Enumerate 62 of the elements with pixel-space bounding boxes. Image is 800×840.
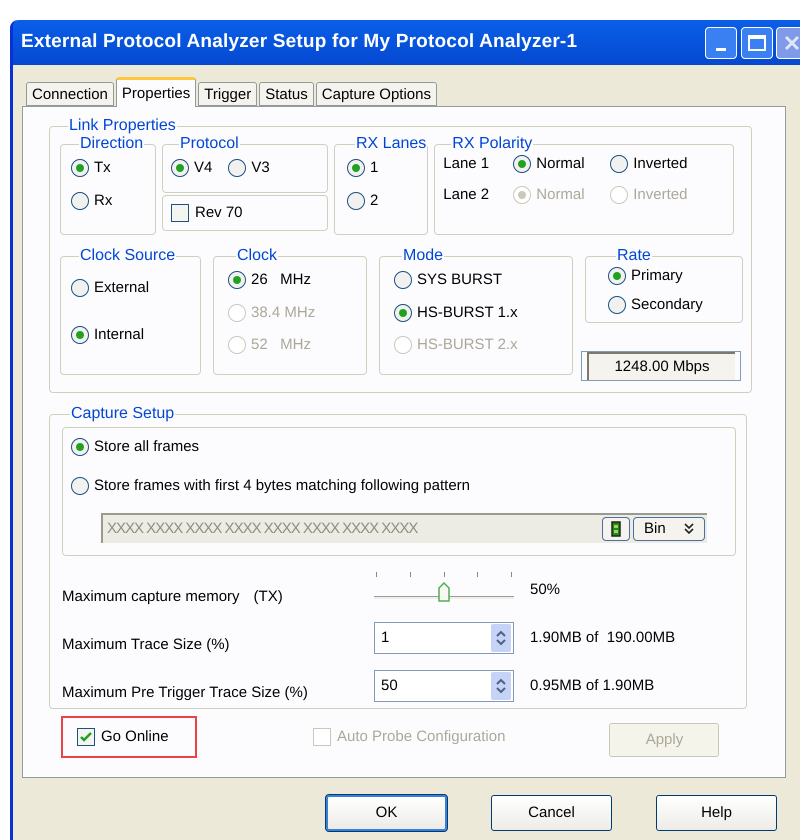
tab[interactable]: Properties [116, 77, 196, 107]
slider-thumb[interactable] [438, 582, 450, 602]
spin-arrows-icon [491, 672, 511, 700]
radio-button[interactable]: Store frames with first 4 bytes matching following pattern [71, 474, 735, 497]
lane-label: Lane 1 [443, 154, 490, 174]
window-title: External Protocol Analyzer Setup for My Protocol Analyzer-1 [21, 30, 578, 54]
setting-reading: 0.95MB of 1.90MB [530, 676, 654, 696]
radio-button[interactable]: SYS BURST [394, 269, 572, 292]
close-button[interactable] [776, 26, 800, 58]
radio-button[interactable]: Inverted [610, 153, 708, 176]
setting-label: (TX) [254, 586, 283, 606]
spin-field[interactable]: 1 [374, 622, 514, 654]
radio-button[interactable]: 2 [347, 190, 428, 212]
setting-reading: 1.90MB of 190.00MB [530, 628, 676, 648]
spin-field[interactable]: 50 [374, 670, 514, 702]
radio-button[interactable]: V4 [171, 157, 212, 180]
group-title: Rate [616, 247, 652, 265]
setting-label: Maximum Pre Trigger Trace Size (%) [62, 682, 308, 702]
tab[interactable]: Capture Options [316, 82, 437, 106]
check-icon [79, 730, 93, 744]
setting-label: Maximum capture memory [62, 586, 240, 606]
checkbox[interactable]: Go Online [77, 726, 169, 748]
group-title: Clock Source [79, 247, 176, 265]
dialog-button[interactable]: OK [326, 795, 447, 831]
maximize-button[interactable] [741, 26, 773, 58]
radio-button[interactable]: Internal [71, 324, 200, 346]
radio-button[interactable]: 26 MHz [228, 269, 366, 292]
group-title: Link Properties [68, 117, 177, 135]
group-title: RX Lanes [355, 135, 428, 153]
minimize-button[interactable] [705, 26, 737, 58]
radio-button[interactable]: Rx [71, 190, 155, 212]
group-title: Protocol [179, 135, 240, 153]
group-title: Capture Setup [70, 405, 176, 423]
radio-button[interactable]: External [71, 277, 200, 300]
close-icon [783, 34, 800, 52]
spin-arrows-icon [491, 624, 511, 652]
lane-label: Lane 2 [443, 184, 490, 204]
rate-field: 1248.00 Mbps [581, 351, 741, 381]
radio-button[interactable]: HS-BURST 1.x [394, 302, 572, 324]
checkbox[interactable]: Rev 70 [171, 202, 243, 224]
dialog-button[interactable]: Help [656, 795, 777, 831]
setting-reading: 50% [530, 580, 560, 600]
group-title: Mode [402, 247, 444, 265]
chevron-icon [684, 523, 694, 535]
radio-button[interactable]: 1 [347, 157, 428, 180]
radio-button[interactable]: Primary [608, 265, 742, 288]
group-title: Direction [79, 135, 144, 153]
tab[interactable]: Status [259, 82, 314, 106]
tab[interactable]: Connection [26, 82, 114, 106]
chip-icon [611, 521, 621, 537]
tab[interactable]: Trigger [198, 82, 258, 106]
radio-button[interactable]: V3 [228, 157, 270, 180]
dialog-button[interactable]: Cancel [491, 795, 612, 831]
radio-button[interactable]: Store all frames [71, 436, 735, 458]
pattern-field: XXXX XXXX XXXX XXXX XXXX XXXX XXXX XXXX [103, 518, 602, 540]
radio-button[interactable]: Normal [513, 153, 610, 176]
toggle-button[interactable] [602, 517, 630, 541]
group-title: Clock [236, 247, 278, 265]
radio-button[interactable]: Secondary [608, 294, 742, 316]
radio-button[interactable]: Tx [71, 157, 155, 180]
group-title: RX Polarity [451, 135, 534, 153]
setting-label: Maximum Trace Size (%) [62, 634, 230, 654]
